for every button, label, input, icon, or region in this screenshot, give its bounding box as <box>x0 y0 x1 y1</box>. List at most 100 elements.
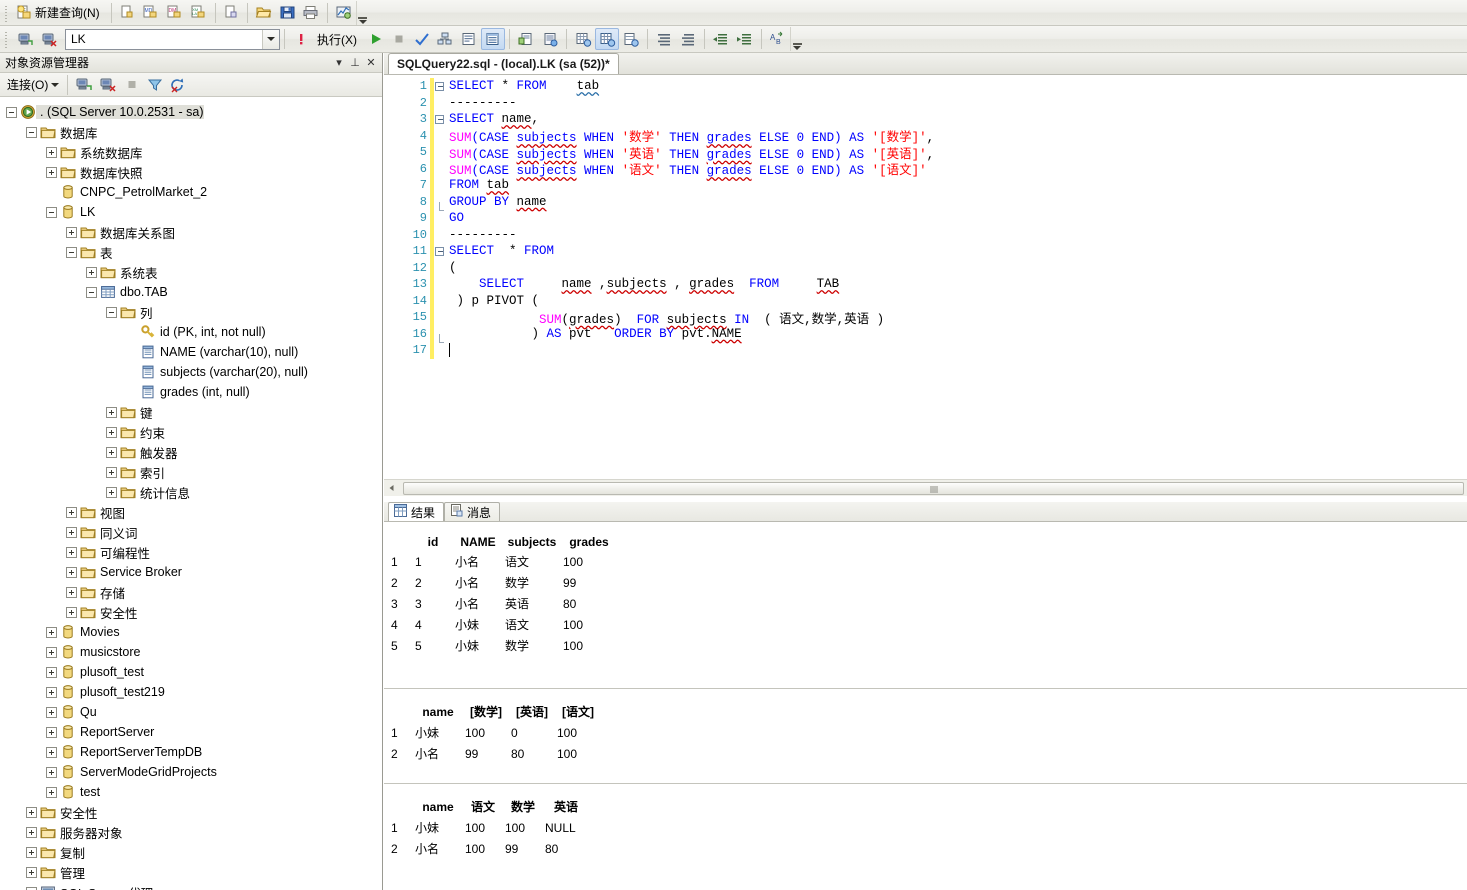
panel-dropdown-icon[interactable]: ▾ <box>331 56 347 69</box>
code-line[interactable]: 4 SUM(CASE subjects WHEN '数学' THEN grades… <box>384 127 1467 145</box>
expand-icon[interactable] <box>26 866 37 878</box>
code-line[interactable]: 12 ( <box>384 259 1467 276</box>
expand-icon[interactable] <box>66 526 77 538</box>
grid-row[interactable]: 1 1 小名 语文 100 <box>390 552 616 571</box>
grid-cell[interactable]: 100 <box>556 723 600 742</box>
grid-column-header[interactable]: 数学 <box>504 797 542 816</box>
grid-column-header[interactable]: 语文 <box>464 797 502 816</box>
close-icon[interactable]: ✕ <box>363 56 379 69</box>
grid-row-header[interactable]: 3 <box>390 594 412 613</box>
grid-row[interactable]: 2 2 小名 数学 99 <box>390 573 616 592</box>
save-button[interactable] <box>276 2 299 24</box>
pin-icon[interactable]: ⊥ <box>347 56 363 69</box>
expand-icon[interactable] <box>106 466 117 478</box>
scrollbar-track[interactable] <box>400 481 1467 496</box>
tree-node[interactable]: LK <box>0 202 382 222</box>
grid-select-all-corner[interactable] <box>390 534 412 550</box>
scrollbar-thumb[interactable] <box>403 481 1464 495</box>
expand-icon[interactable] <box>66 546 77 558</box>
tree-node[interactable]: Qu <box>0 702 382 722</box>
tree-node[interactable]: plusoft_test219 <box>0 682 382 702</box>
grid-column-header[interactable]: [英语] <box>510 702 554 721</box>
tree-node[interactable]: musicstore <box>0 642 382 662</box>
grid-cell[interactable]: 小名 <box>454 552 502 571</box>
tree-node[interactable]: dbo.TAB <box>0 282 382 302</box>
grid-cell[interactable]: 3 <box>414 594 452 613</box>
grid-cell[interactable]: 小妹 <box>454 636 502 655</box>
new-xmla-query-button[interactable]: XM LA <box>187 2 211 24</box>
activity-monitor-button[interactable] <box>332 2 356 24</box>
expand-icon[interactable] <box>46 666 57 678</box>
tree-node[interactable]: SQL Server 代理 <box>0 882 382 890</box>
tree-node[interactable]: 系统表 <box>0 262 382 282</box>
grid-column-header[interactable]: name <box>414 797 462 816</box>
query-options-button[interactable] <box>457 28 481 50</box>
code-line[interactable]: 17 <box>384 342 1467 359</box>
grid-cell[interactable]: 1 <box>414 552 452 571</box>
grid-select-all-corner[interactable] <box>390 797 412 816</box>
uncomment-button[interactable] <box>676 28 700 50</box>
collapse-icon[interactable] <box>66 246 77 258</box>
grid-cell[interactable]: 100 <box>562 615 616 634</box>
code-line[interactable]: 5 SUM(CASE subjects WHEN '英语' THEN grades… <box>384 144 1467 162</box>
connect-object-button[interactable] <box>72 74 96 96</box>
code-line[interactable]: 2 --------- <box>384 94 1467 111</box>
collapse-icon[interactable] <box>26 126 37 138</box>
grid-cell[interactable]: 99 <box>464 744 508 763</box>
code-line[interactable]: 16 ) AS pvt ORDER BY pvt.NAME <box>384 325 1467 343</box>
grid-cell[interactable]: 小名 <box>454 573 502 592</box>
grid-column-header[interactable]: name <box>414 702 462 721</box>
grid-row-header[interactable]: 4 <box>390 615 412 634</box>
tree-node[interactable]: NAME (varchar(10), null) <box>0 342 382 362</box>
tree-node[interactable]: 视图 <box>0 502 382 522</box>
grid-cell[interactable]: 2 <box>414 573 452 592</box>
database-combo-arrow[interactable] <box>262 29 279 49</box>
results-to-file-button[interactable] <box>619 28 643 50</box>
grid-cell[interactable]: 99 <box>504 839 542 858</box>
collapse-icon[interactable] <box>6 106 17 118</box>
tree-node[interactable]: id (PK, int, not null) <box>0 322 382 342</box>
grid-row[interactable]: 1 小妹 100 100 NULL <box>390 818 588 837</box>
grid-column-header[interactable]: NAME <box>454 534 502 550</box>
grid-select-all-corner[interactable] <box>390 702 412 721</box>
collapse-icon[interactable] <box>86 286 97 298</box>
grid-cell[interactable]: 99 <box>562 573 616 592</box>
grid-row[interactable]: 2 小名 100 99 80 <box>390 839 588 858</box>
tree-node[interactable]: Movies <box>0 622 382 642</box>
increase-indent-button[interactable] <box>733 28 757 50</box>
expand-icon[interactable] <box>46 146 57 158</box>
grid-row-header[interactable]: 2 <box>390 573 412 592</box>
expand-icon[interactable] <box>46 626 57 638</box>
disconnect-object-button[interactable] <box>96 74 120 96</box>
stop-button[interactable] <box>387 28 410 50</box>
tree-node[interactable]: 触发器 <box>0 442 382 462</box>
expand-icon[interactable] <box>46 166 57 178</box>
editor-horizontal-scrollbar[interactable] <box>384 479 1467 496</box>
grid-cell[interactable]: 100 <box>562 636 616 655</box>
expand-icon[interactable] <box>46 766 57 778</box>
expand-icon[interactable] <box>26 846 37 858</box>
results-to-grid-active-button[interactable] <box>595 28 619 50</box>
tree-node[interactable]: . (SQL Server 10.0.2531 - sa) <box>0 102 382 122</box>
filter-button[interactable] <box>143 74 166 96</box>
grid-cell[interactable]: 数学 <box>504 573 560 592</box>
print-button[interactable] <box>299 2 323 24</box>
expand-icon[interactable] <box>106 486 117 498</box>
tree-node[interactable]: 统计信息 <box>0 482 382 502</box>
grid-cell[interactable]: 数学 <box>504 636 560 655</box>
tree-node[interactable]: CNPC_PetrolMarket_2 <box>0 182 382 202</box>
code-line[interactable]: 7 FROM tab <box>384 177 1467 194</box>
grid-cell[interactable]: NULL <box>544 818 588 837</box>
grid-cell[interactable]: 80 <box>562 594 616 613</box>
results-tab-messages[interactable]: 消息 <box>444 502 501 521</box>
grid-cell[interactable]: 英语 <box>504 594 560 613</box>
grid-cell[interactable]: 语文 <box>504 552 560 571</box>
tree-node[interactable]: Service Broker <box>0 562 382 582</box>
grid-row[interactable]: 3 3 小名 英语 80 <box>390 594 616 613</box>
collapse-region-icon[interactable] <box>435 81 444 91</box>
grid-cell[interactable]: 100 <box>464 723 508 742</box>
include-actual-plan-button[interactable] <box>481 28 505 50</box>
code-line[interactable]: 6 SUM(CASE subjects WHEN '语文' THEN grades… <box>384 160 1467 178</box>
tree-node[interactable]: 管理 <box>0 862 382 882</box>
code-line[interactable]: 8 GROUP BY name <box>384 193 1467 211</box>
